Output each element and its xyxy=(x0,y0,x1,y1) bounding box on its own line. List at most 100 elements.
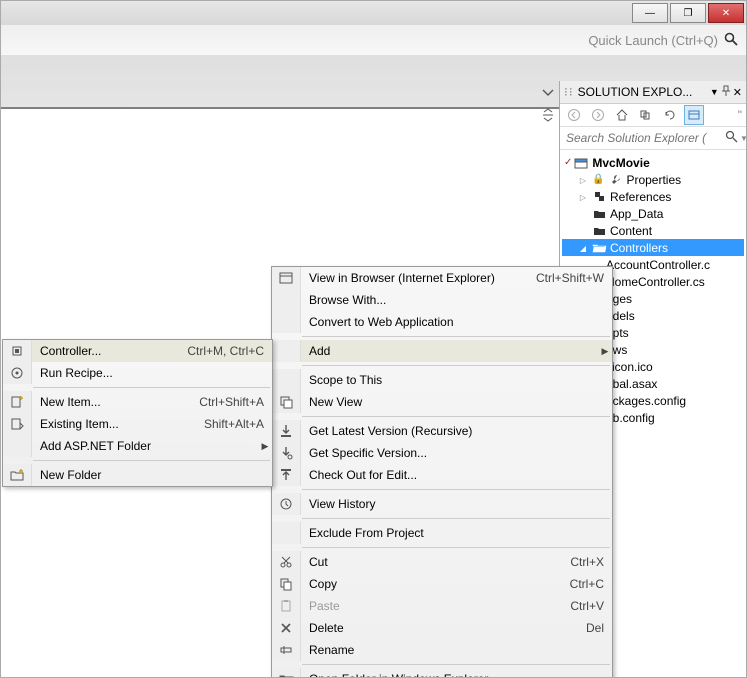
menu-item-label: Rename xyxy=(301,643,612,657)
browser-icon xyxy=(272,267,301,289)
tree-node-label: vicon.ico xyxy=(606,360,653,374)
window-maximize-button[interactable]: ❐ xyxy=(670,3,706,23)
solution-explorer-search-input[interactable] xyxy=(564,130,725,146)
menu-separator xyxy=(33,460,270,461)
menu-separator xyxy=(302,664,610,665)
folder-open-icon xyxy=(592,241,606,255)
context-menu-item-new_view[interactable]: New View xyxy=(272,391,612,413)
overflow-icon[interactable]: " xyxy=(738,108,742,122)
context-menu-item-cut[interactable]: CutCtrl+X xyxy=(272,551,612,573)
tree-node-controllers[interactable]: Controllers xyxy=(562,239,744,256)
history-icon xyxy=(272,493,301,515)
controller-icon xyxy=(3,340,32,362)
tree-node-label: obal.asax xyxy=(606,377,657,391)
menu-separator xyxy=(302,518,610,519)
menu-item-label: Delete xyxy=(301,621,578,635)
menu-item-shortcut: Ctrl+Shift+A xyxy=(191,395,272,409)
back-button[interactable] xyxy=(564,105,584,125)
references-icon xyxy=(592,190,606,204)
add-submenu-item-run_recipe[interactable]: Run Recipe... xyxy=(3,362,272,384)
panel-dropdown-icon[interactable]: ▼ xyxy=(710,87,719,97)
menu-item-shortcut: Ctrl+C xyxy=(562,577,612,591)
menu-item-label: Add ASP.NET Folder xyxy=(32,439,258,453)
wrench-icon xyxy=(608,173,622,187)
tree-node-label: ackages.config xyxy=(606,394,686,408)
getspecific-icon xyxy=(272,442,301,464)
search-dropdown-icon[interactable]: ▼ xyxy=(740,134,747,143)
solution-explorer-toolbar: " xyxy=(560,104,746,127)
project-icon xyxy=(574,156,588,170)
existitem-icon xyxy=(3,413,32,435)
menu-item-label: New Folder xyxy=(32,468,272,482)
quick-launch-input[interactable]: Quick Launch (Ctrl+Q) xyxy=(588,33,718,48)
add-submenu-item-existing_item[interactable]: Existing Item...Shift+Alt+A xyxy=(3,413,272,435)
menu-separator xyxy=(302,489,610,490)
menu-separator xyxy=(302,365,610,366)
context-menu-item-view_browser[interactable]: View in Browser (Internet Explorer)Ctrl+… xyxy=(272,267,612,289)
menu-item-label: View in Browser (Internet Explorer) xyxy=(301,271,528,285)
solution-explorer-title: SOLUTION EXPLO... xyxy=(578,85,693,99)
blank-icon xyxy=(272,340,301,362)
newitem-icon xyxy=(3,391,32,413)
home-button[interactable] xyxy=(612,105,632,125)
collapse-button[interactable] xyxy=(636,105,656,125)
dock-splitter-icon[interactable] xyxy=(542,109,554,121)
tree-node-properties[interactable]: 🔒 Properties xyxy=(562,171,744,188)
menu-item-shortcut: Shift+Alt+A xyxy=(196,417,272,431)
tree-node-app-data[interactable]: App_Data xyxy=(562,205,744,222)
search-icon[interactable] xyxy=(725,130,738,146)
context-menu-item-get_latest[interactable]: Get Latest Version (Recursive) xyxy=(272,420,612,442)
tree-node-solution-root[interactable]: ✓ MvcMovie xyxy=(562,154,744,171)
context-menu-item-add[interactable]: Add▶ xyxy=(272,340,612,362)
window-close-button[interactable]: ✕ xyxy=(708,3,744,23)
context-menu-item-browse_with[interactable]: Browse With... xyxy=(272,289,612,311)
context-menu-item-get_specific[interactable]: Get Specific Version... xyxy=(272,442,612,464)
tree-node-label: AccountController.c xyxy=(606,258,710,272)
context-menu-item-view_history[interactable]: View History xyxy=(272,493,612,515)
copy-icon xyxy=(272,573,301,595)
menu-item-label: Convert to Web Application xyxy=(301,315,612,329)
tree-node-label: Controllers xyxy=(610,241,668,255)
blank-icon xyxy=(272,522,301,544)
chevron-right-icon: ▶ xyxy=(258,441,272,452)
add-submenu-item-controller[interactable]: Controller...Ctrl+M, Ctrl+C xyxy=(3,340,272,362)
context-menu-item-exclude[interactable]: Exclude From Project xyxy=(272,522,612,544)
paste-icon xyxy=(272,595,301,617)
tree-node-label: eb.config xyxy=(606,411,655,425)
menu-item-label: Get Latest Version (Recursive) xyxy=(301,424,612,438)
tree-node-label: Properties xyxy=(626,173,681,187)
add-submenu-item-new_folder[interactable]: New Folder xyxy=(3,464,272,486)
context-menu-item-rename[interactable]: Rename xyxy=(272,639,612,661)
context-menu-item-copy[interactable]: CopyCtrl+C xyxy=(272,573,612,595)
context-menu-item-check_out[interactable]: Check Out for Edit... xyxy=(272,464,612,486)
maximize-icon: ❐ xyxy=(684,8,693,19)
checkout-icon xyxy=(272,464,301,486)
solution-explorer-titlebar[interactable]: ⁝⁝ SOLUTION EXPLO... ▼ ✕ xyxy=(560,81,746,104)
context-menu-item-convert_web[interactable]: Convert to Web Application xyxy=(272,311,612,333)
lock-icon: 🔒 xyxy=(592,174,604,185)
blank-icon xyxy=(272,289,301,311)
search-icon[interactable] xyxy=(724,32,738,49)
add-submenu: Controller...Ctrl+M, Ctrl+CRun Recipe...… xyxy=(2,339,273,487)
chevron-right-icon: ▶ xyxy=(598,346,612,357)
menu-item-label: Scope to This xyxy=(301,373,612,387)
pin-icon[interactable] xyxy=(721,85,731,100)
context-menu-item-paste[interactable]: PasteCtrl+V xyxy=(272,595,612,617)
menu-item-label: Check Out for Edit... xyxy=(301,468,612,482)
refresh-button[interactable] xyxy=(660,105,680,125)
menu-item-label: Get Specific Version... xyxy=(301,446,612,460)
tree-node-content[interactable]: Content xyxy=(562,222,744,239)
context-menu-item-scope[interactable]: Scope to This xyxy=(272,369,612,391)
forward-button[interactable] xyxy=(588,105,608,125)
dock-dropdown-icon[interactable] xyxy=(542,87,554,97)
add-submenu-item-add_asp[interactable]: Add ASP.NET Folder▶ xyxy=(3,435,272,457)
window-minimize-button[interactable]: — xyxy=(632,3,668,23)
show-all-button[interactable] xyxy=(684,105,704,125)
tree-node-label: App_Data xyxy=(610,207,663,221)
tree-node-references[interactable]: References xyxy=(562,188,744,205)
add-submenu-item-new_item[interactable]: New Item...Ctrl+Shift+A xyxy=(3,391,272,413)
panel-close-icon[interactable]: ✕ xyxy=(733,86,742,99)
context-menu-item-delete[interactable]: DeleteDel xyxy=(272,617,612,639)
menu-item-label: Open Folder in Windows Explorer xyxy=(301,672,612,678)
context-menu-item-open_folder[interactable]: Open Folder in Windows Explorer xyxy=(272,668,612,678)
